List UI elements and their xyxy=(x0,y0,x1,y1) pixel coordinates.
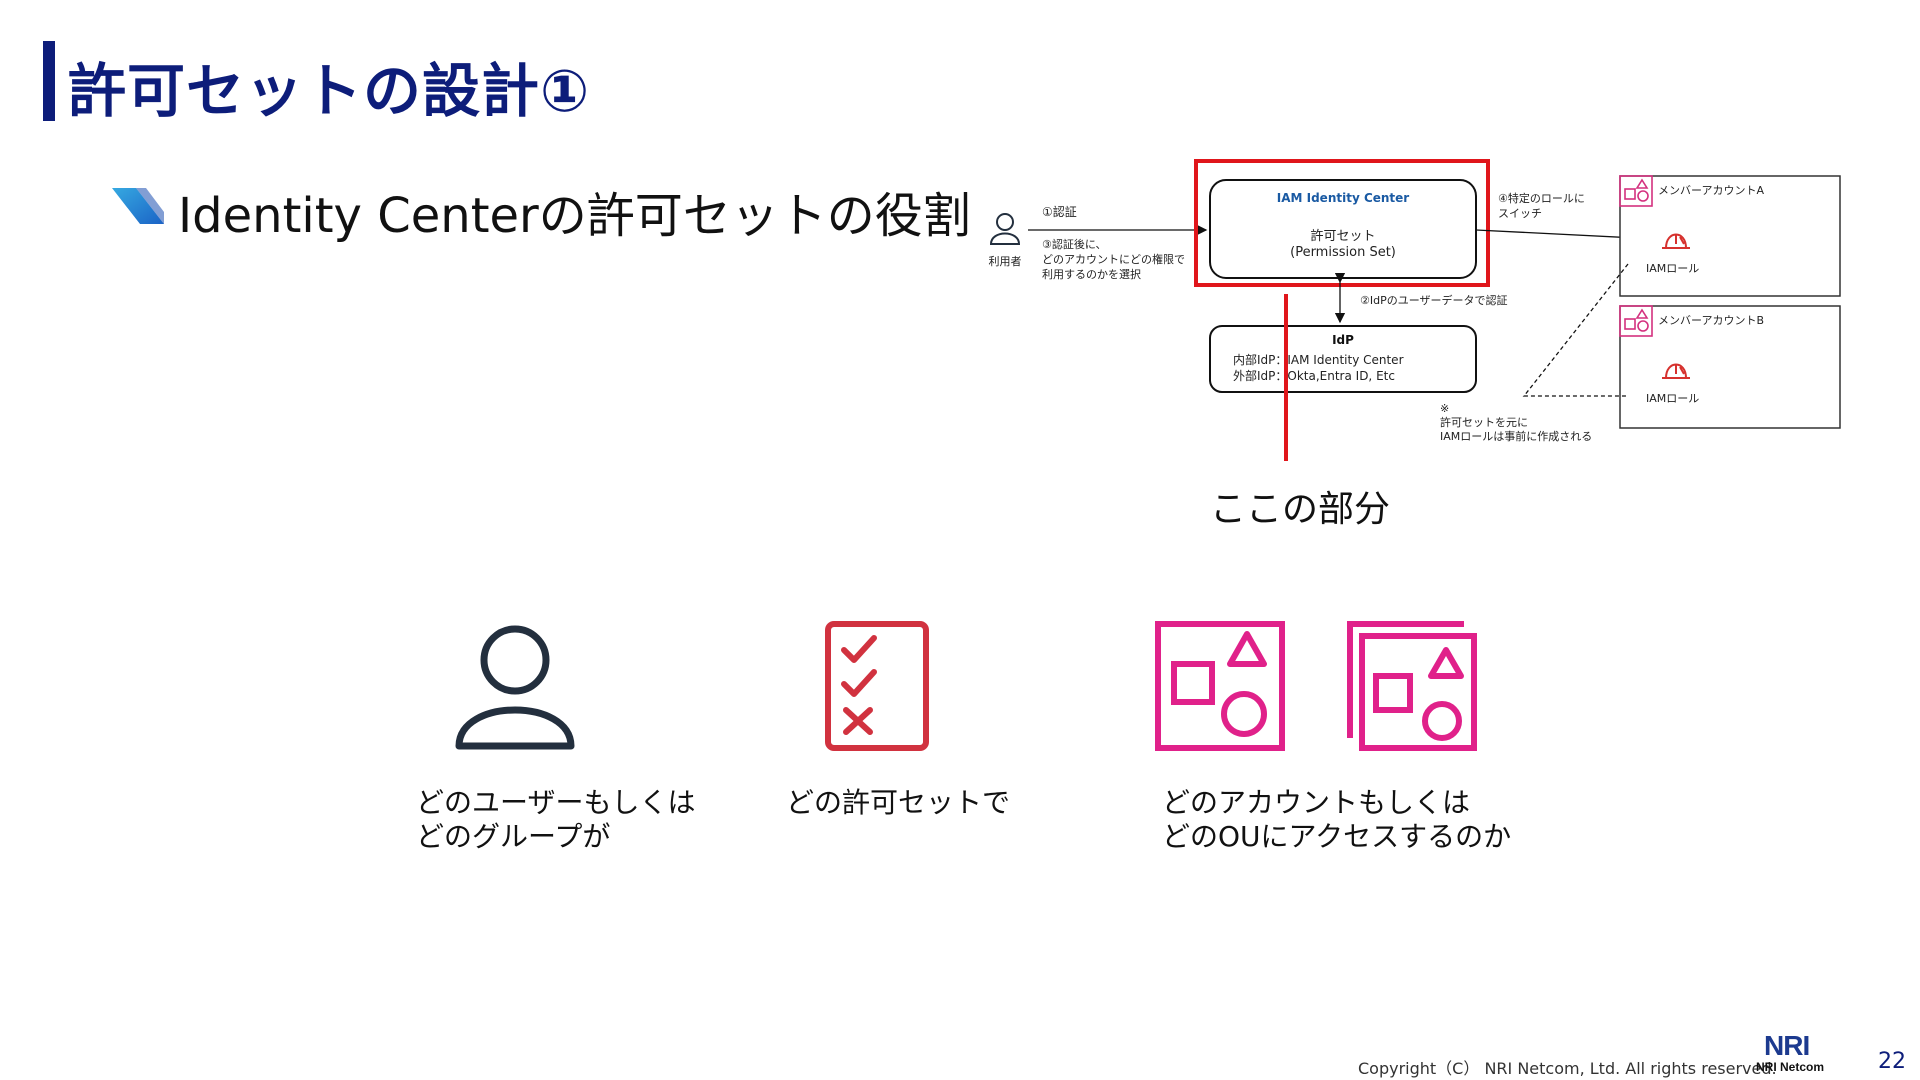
account-caption: どのアカウントもしくは どのOUにアクセスするのか xyxy=(1162,786,1511,854)
note-line1: 許可セットを元に xyxy=(1440,416,1528,429)
account-b-label: メンバーアカウントB xyxy=(1658,314,1764,327)
callout-caption: ここの部分 xyxy=(1210,489,1391,530)
iam-role-a-label: IAMロール xyxy=(1646,262,1699,275)
user-caption-line1: どのユーザーもしくは xyxy=(416,786,696,819)
architecture-diagram: 利用者 ①認証 ③認証後に、 どのアカウントにどの権限で 利用するのかを選択 I… xyxy=(989,159,1841,461)
step4-line1: ④特定のロールに xyxy=(1498,191,1585,205)
note-line2: IAMロールは事前に作成される xyxy=(1440,429,1592,443)
page-number: 22 xyxy=(1878,1049,1906,1074)
note-mark: ※ xyxy=(1440,402,1449,415)
idp-title: IdP xyxy=(1332,333,1354,347)
step3-line2: どのアカウントにどの権限で xyxy=(1042,252,1185,266)
iam-center-title: IAM Identity Center xyxy=(1277,191,1410,205)
permission-set-label: 許可セット xyxy=(1310,229,1375,244)
account-a-label: メンバーアカウントA xyxy=(1658,184,1765,197)
permission-set-sublabel: (Permission Set) xyxy=(1290,245,1396,260)
nri-netcom-logo: NRI NRI Netcom xyxy=(1756,1030,1830,1078)
organizational-unit-icon xyxy=(1347,621,1477,751)
account-icon xyxy=(1155,621,1285,751)
step4-line2: スイッチ xyxy=(1498,207,1542,220)
user-caption: どのユーザーもしくは どのグループが xyxy=(416,786,695,854)
step1-label: ①認証 xyxy=(1042,204,1077,219)
account-caption-line2: どのOUにアクセスするのか xyxy=(1162,820,1512,853)
user-label: 利用者 xyxy=(989,255,1022,268)
page-title: 許可セットの設計① xyxy=(68,57,591,125)
iam-role-b-label: IAMロール xyxy=(1646,392,1699,405)
step3-line1: ③認証後に、 xyxy=(1042,237,1107,251)
slide: 許可セットの設計① Identity Centerの許可セットの役割 利用者 ①… xyxy=(0,0,1920,1080)
step3-line3: 利用するのかを選択 xyxy=(1042,267,1141,281)
permset-caption-line1: どの許可セットで xyxy=(786,786,1011,819)
title-accent-bar xyxy=(43,41,55,121)
account-caption-line1: どのアカウントもしくは xyxy=(1162,786,1471,819)
idp-external: 外部IdP：Okta,Entra ID, Etc xyxy=(1233,368,1395,383)
permission-set-caption: どの許可セットで xyxy=(786,786,1010,820)
step2-label: ②IdPのユーザーデータで認証 xyxy=(1360,293,1508,307)
checklist-icon xyxy=(825,621,929,751)
copyright-text: Copyright（C） NRI Netcom, Ltd. All rights… xyxy=(1358,1059,1777,1078)
nri-logo-text: NRI Netcom xyxy=(1756,1060,1825,1074)
user-caption-line2: どのグループが xyxy=(416,820,611,853)
diagram-user-icon xyxy=(989,213,1021,245)
bullet-arrow-icon xyxy=(112,188,164,224)
user-icon xyxy=(455,625,575,750)
nri-logo-mark: NRI xyxy=(1764,1030,1810,1061)
section-subtitle: Identity Centerの許可セットの役割 xyxy=(178,188,971,244)
note-dashed-line xyxy=(1522,263,1629,397)
idp-internal: 内部IdP：IAM Identity Center xyxy=(1233,352,1404,367)
